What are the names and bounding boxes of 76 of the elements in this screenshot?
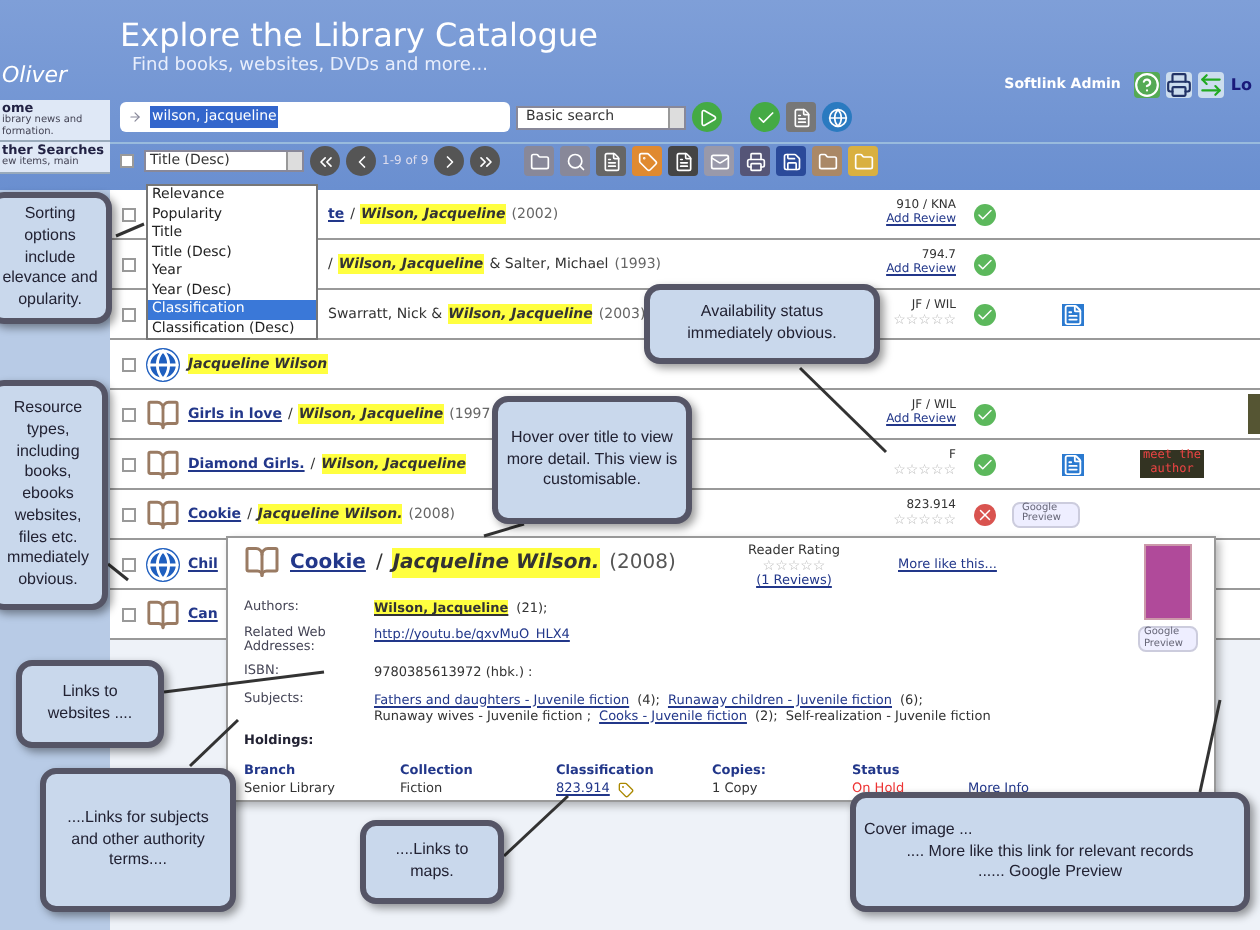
book-icon — [145, 497, 179, 531]
save-button[interactable] — [776, 146, 807, 176]
leader-line — [483, 522, 525, 538]
folder-icon — [817, 151, 838, 171]
arrow-icon — [128, 110, 142, 124]
year-text: (2008) — [609, 549, 676, 577]
callout-text: Links to websites .... — [45, 682, 135, 726]
check-button[interactable] — [750, 102, 780, 132]
mail-icon — [709, 151, 730, 171]
folder-icon — [529, 151, 550, 171]
report-button[interactable] — [668, 146, 699, 176]
document-icon — [791, 107, 811, 127]
search-icon — [565, 151, 586, 171]
separator: / — [375, 549, 383, 577]
callout-text: Sorting options include elevance and opularity. — [2, 204, 98, 312]
save-icon — [781, 151, 802, 171]
row-checkbox[interactable] — [122, 457, 136, 471]
row-checkbox[interactable] — [122, 257, 136, 271]
search-button[interactable] — [560, 146, 591, 176]
logout-link[interactable]: Lo — [1230, 73, 1252, 97]
document-button[interactable] — [596, 146, 627, 176]
last-page-button[interactable] — [470, 146, 501, 176]
row-checkbox[interactable] — [122, 557, 136, 571]
callout-text: ....Links for subjects and other authority terms.... — [65, 807, 211, 873]
globe-icon — [827, 107, 847, 127]
globe-button[interactable] — [822, 102, 852, 132]
callout-text: Availability status immediately obvious. — [685, 302, 839, 346]
leader-line — [502, 794, 570, 858]
callout-text: Hover over title to view more detail. This view is customisable. — [506, 427, 678, 493]
document-icon — [601, 151, 622, 171]
globe-icon — [145, 347, 179, 381]
check-icon — [755, 107, 775, 127]
tag-icon — [637, 151, 658, 171]
next-page-button[interactable] — [434, 146, 465, 176]
book-icon — [145, 397, 179, 431]
go-button[interactable] — [692, 102, 722, 132]
title-link[interactable]: Cookie — [290, 547, 366, 577]
first-page-button[interactable] — [310, 146, 340, 176]
row-checkbox[interactable] — [122, 407, 136, 421]
document-icon — [673, 151, 694, 171]
leader-line — [107, 562, 129, 582]
printer-icon — [745, 151, 766, 171]
callout-text: Resource types, including books, ebooks websites, files etc. mmediately obvious. — [5, 397, 91, 593]
page-subtitle: Find books, websites, DVDs and more... — [130, 54, 491, 81]
folder-button[interactable] — [848, 146, 879, 176]
book-icon — [145, 447, 179, 481]
callout-text: .... More like this link for relevant records — [904, 841, 1196, 863]
leader-line — [188, 718, 240, 768]
page-title: Explore the Library Catalogue — [120, 16, 600, 55]
row-checkbox[interactable] — [122, 357, 136, 371]
callout-text: ...... Google Preview — [975, 862, 1125, 885]
leader-line — [115, 222, 145, 238]
folder-icon — [853, 151, 874, 171]
double-chevron-left-icon — [315, 151, 335, 171]
leader-line — [798, 366, 888, 454]
folder-button[interactable] — [524, 146, 555, 176]
previous-page-button[interactable] — [346, 146, 376, 176]
globe-icon — [145, 547, 179, 581]
author-link[interactable]: Jacqueline Wilson. — [392, 547, 600, 577]
cover-image — [1144, 544, 1192, 620]
double-chevron-right-icon — [475, 151, 496, 171]
print-button[interactable] — [740, 146, 771, 176]
row-checkbox[interactable] — [122, 507, 136, 521]
play-icon — [697, 107, 717, 127]
row-checkbox[interactable] — [122, 307, 136, 321]
printer-icon[interactable] — [1166, 72, 1193, 98]
leader-line — [1198, 699, 1222, 793]
callout-text: ....Links to maps. — [393, 840, 471, 884]
logo: Oliver — [2, 59, 68, 91]
list-button[interactable] — [786, 102, 816, 132]
row-checkbox[interactable] — [122, 607, 136, 621]
row-checkbox[interactable] — [122, 207, 136, 221]
book-icon — [244, 544, 280, 580]
select-all-checkbox[interactable] — [120, 154, 134, 168]
book-icon — [145, 597, 179, 631]
callout-text: Cover image ... — [864, 819, 975, 842]
